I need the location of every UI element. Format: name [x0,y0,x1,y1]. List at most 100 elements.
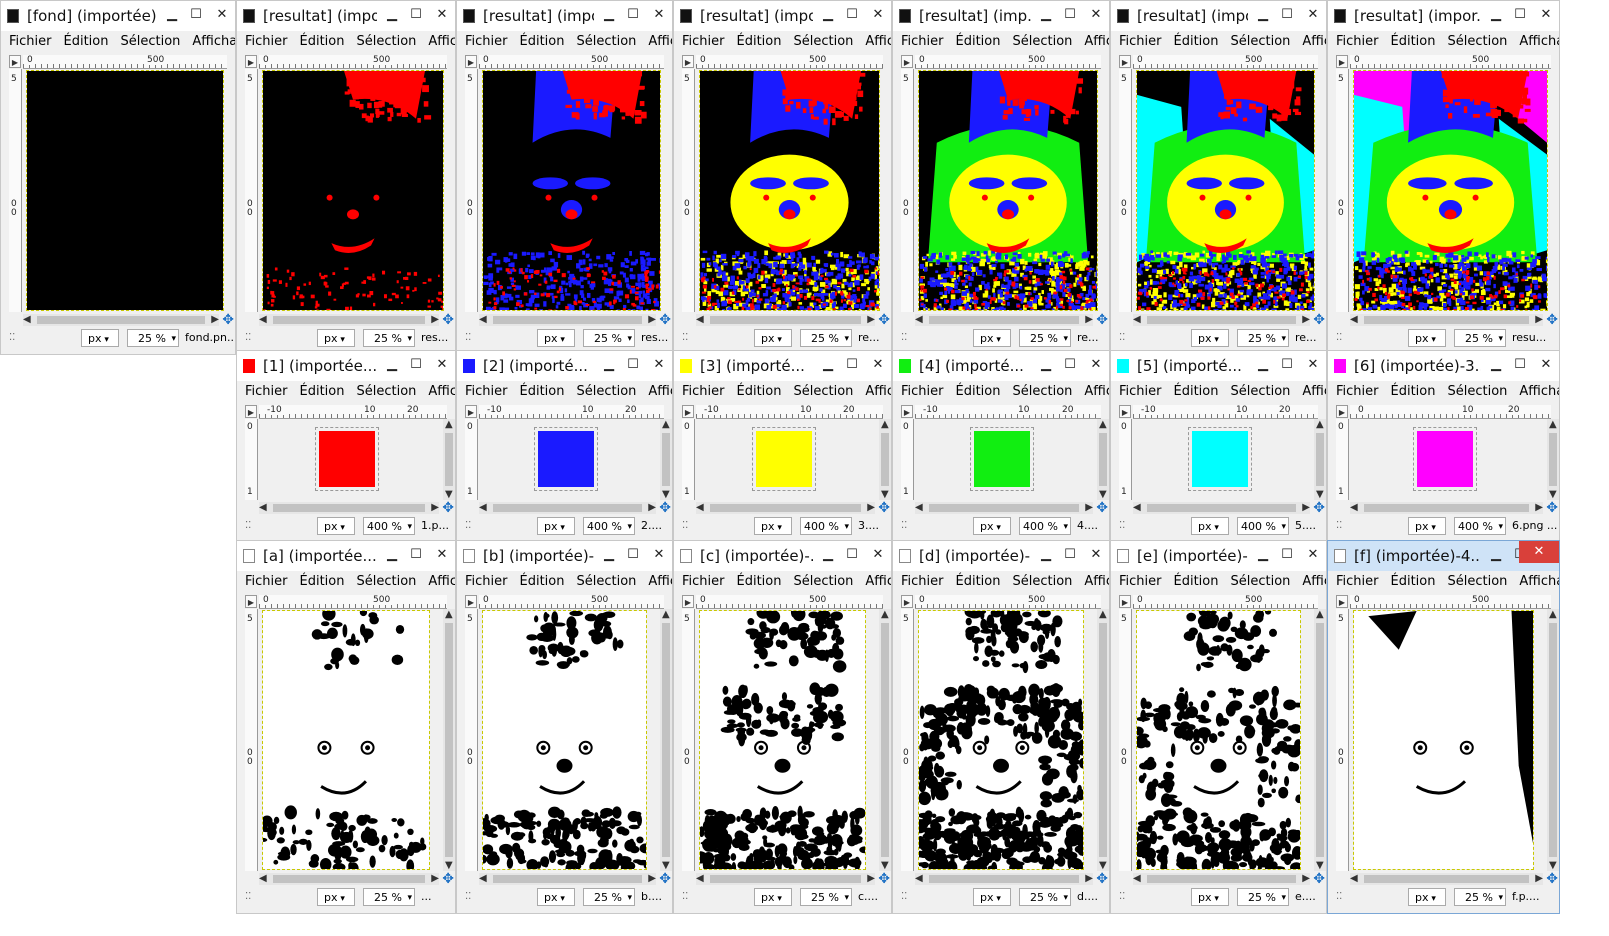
scroll-down-icon[interactable]: ▼ [1549,489,1557,500]
maximize-icon[interactable]: ☐ [1059,5,1081,25]
title-bar[interactable]: [e] (importée)-...▁☐✕ [1111,541,1326,571]
scroll-right-icon[interactable]: ▶ [867,873,875,884]
scroll-left-icon[interactable]: ◀ [1133,502,1141,513]
horizontal-scrollbar[interactable]: ◀ ▶ [1350,502,1543,514]
scroll-thumb[interactable] [493,316,642,324]
scroll-left-icon[interactable]: ◀ [915,502,923,513]
menu-view[interactable]: Affichage [1302,571,1326,593]
canvas-area[interactable] [696,609,869,871]
maximize-icon[interactable]: ☐ [841,5,863,25]
menu-select[interactable]: Sélection [576,31,636,53]
unit-select[interactable]: px ▾ [317,517,355,535]
scroll-up-icon[interactable]: ▲ [662,609,670,620]
unit-select[interactable]: px ▾ [973,888,1011,906]
scroll-left-icon[interactable]: ◀ [259,873,267,884]
quick-mask-toggle[interactable]: ▶ [1336,405,1348,418]
menu-edit[interactable]: Édition [1174,381,1219,403]
scroll-right-icon[interactable]: ▶ [1302,314,1310,325]
unit-select[interactable]: px ▾ [1191,329,1229,347]
title-bar[interactable]: [2] (importé... ▁ ☐ ✕ [457,351,672,381]
image-window[interactable]: [3] (importé... ▁ ☐ ✕ Fichier Édition Sélectio… [673,350,892,543]
scroll-right-icon[interactable]: ▶ [1535,314,1543,325]
scroll-thumb[interactable] [1364,875,1529,883]
image-window[interactable]: [resultat] (impor...▁☐✕Fichier Édition Sél… [456,0,673,355]
scroll-thumb[interactable] [710,504,861,512]
image-window[interactable]: [5] (importé... ▁ ☐ ✕ Fichier Édition Sélectio… [1110,350,1327,543]
unit-select[interactable]: px ▾ [81,329,119,347]
menu-edit[interactable]: Édition [1391,381,1436,403]
scroll-up-icon[interactable]: ▲ [881,419,889,430]
scroll-thumb[interactable] [1099,433,1107,486]
minimize-icon[interactable]: ▁ [1485,5,1507,25]
quick-mask-toggle[interactable]: ▶ [465,405,477,418]
image-window[interactable]: [a] (importée... ▁ ☐ ✕ Fichier Édition Sélecti… [236,540,456,914]
scroll-down-icon[interactable]: ▼ [662,489,670,500]
menu-edit[interactable]: Édition [956,571,1001,593]
minimize-icon[interactable]: ▁ [817,355,839,375]
zoom-select[interactable]: 25 % ▾ [1454,888,1506,906]
menu-edit[interactable]: Édition [520,31,565,53]
menu-file[interactable]: Fichier [1119,571,1162,593]
maximize-icon[interactable]: ☐ [841,355,863,375]
menu-select[interactable]: Sélection [1447,381,1507,403]
minimize-icon[interactable]: ▁ [598,355,620,375]
title-bar[interactable]: [b] (importée)-...▁☐✕ [457,541,672,571]
menu-view[interactable]: Affichage [1519,571,1559,593]
horizontal-scrollbar[interactable]: ◀ ▶ [1133,502,1310,514]
unit-select[interactable]: px ▾ [1191,517,1229,535]
quick-mask-toggle[interactable]: ▶ [1119,55,1131,68]
menu-file[interactable]: Fichier [465,571,508,593]
menu-edit[interactable]: Édition [1174,571,1219,593]
unit-select[interactable]: px ▾ [537,517,575,535]
scroll-left-icon[interactable]: ◀ [479,314,487,325]
menu-edit[interactable]: Édition [737,571,782,593]
unit-select[interactable]: px ▾ [973,329,1011,347]
title-bar[interactable]: [resultat] (impor...▁☐✕ [457,1,672,31]
menu-edit[interactable]: Édition [1174,31,1219,53]
maximize-icon[interactable]: ☐ [622,545,644,565]
menu-select[interactable]: Sélection [793,381,853,403]
quick-mask-toggle[interactable]: ▶ [901,405,913,418]
menu-select[interactable]: Sélection [1447,31,1507,53]
zoom-select[interactable]: 25 % ▾ [1237,329,1289,347]
scroll-up-icon[interactable]: ▲ [1099,419,1107,430]
menu-select[interactable]: Sélection [120,31,180,53]
menu-select[interactable]: Sélection [576,381,636,403]
image-window[interactable]: [resultat] (impo...▁☐✕FichierÉditionSéle… [673,0,892,355]
scroll-right-icon[interactable]: ▶ [1085,873,1093,884]
unit-select[interactable]: px ▾ [973,517,1011,535]
horizontal-scrollbar[interactable]: ◀ ▶ [915,873,1093,885]
scroll-right-icon[interactable]: ▶ [431,873,439,884]
scroll-thumb[interactable] [1364,504,1529,512]
scroll-right-icon[interactable]: ▶ [1302,873,1310,884]
menu-file[interactable]: Fichier [901,571,944,593]
horizontal-scrollbar[interactable]: ◀ ▶ [915,502,1093,514]
horizontal-scrollbar[interactable]: ◀ ▶ [1350,314,1543,326]
close-icon[interactable]: ✕ [1085,355,1107,375]
scroll-thumb[interactable] [445,433,453,486]
menu-select[interactable]: Sélection [793,31,853,53]
maximize-icon[interactable]: ☐ [1059,545,1081,565]
close-icon[interactable]: ✕ [431,5,453,25]
canvas-area[interactable] [1350,609,1537,871]
scroll-up-icon[interactable]: ▲ [662,419,670,430]
quick-mask-toggle[interactable]: ▶ [1336,595,1348,608]
menu-file[interactable]: Fichier [465,31,508,53]
vertical-scrollbar[interactable]: ▲ ▼ [879,609,891,871]
scroll-left-icon[interactable]: ◀ [1133,873,1141,884]
menu-view[interactable]: Affichage [865,571,891,593]
vertical-scrollbar[interactable]: ▲ ▼ [879,419,891,500]
unit-select[interactable]: px ▾ [537,329,575,347]
vertical-scrollbar[interactable]: ▲ ▼ [660,419,672,500]
menu-file[interactable]: Fichier [1336,381,1379,403]
quick-mask-toggle[interactable]: ▶ [245,405,257,418]
quick-mask-toggle[interactable]: ▶ [9,55,21,68]
close-icon[interactable]: ✕ [867,5,889,25]
horizontal-scrollbar[interactable]: ◀ ▶ [479,314,656,326]
minimize-icon[interactable]: ▁ [1035,5,1057,25]
vertical-scrollbar[interactable]: ▲ ▼ [660,609,672,871]
zoom-select[interactable]: 25 % ▾ [363,888,415,906]
menu-file[interactable]: Fichier [1336,571,1379,593]
close-icon[interactable]: ✕ [1085,5,1107,25]
canvas-area[interactable] [479,609,650,871]
